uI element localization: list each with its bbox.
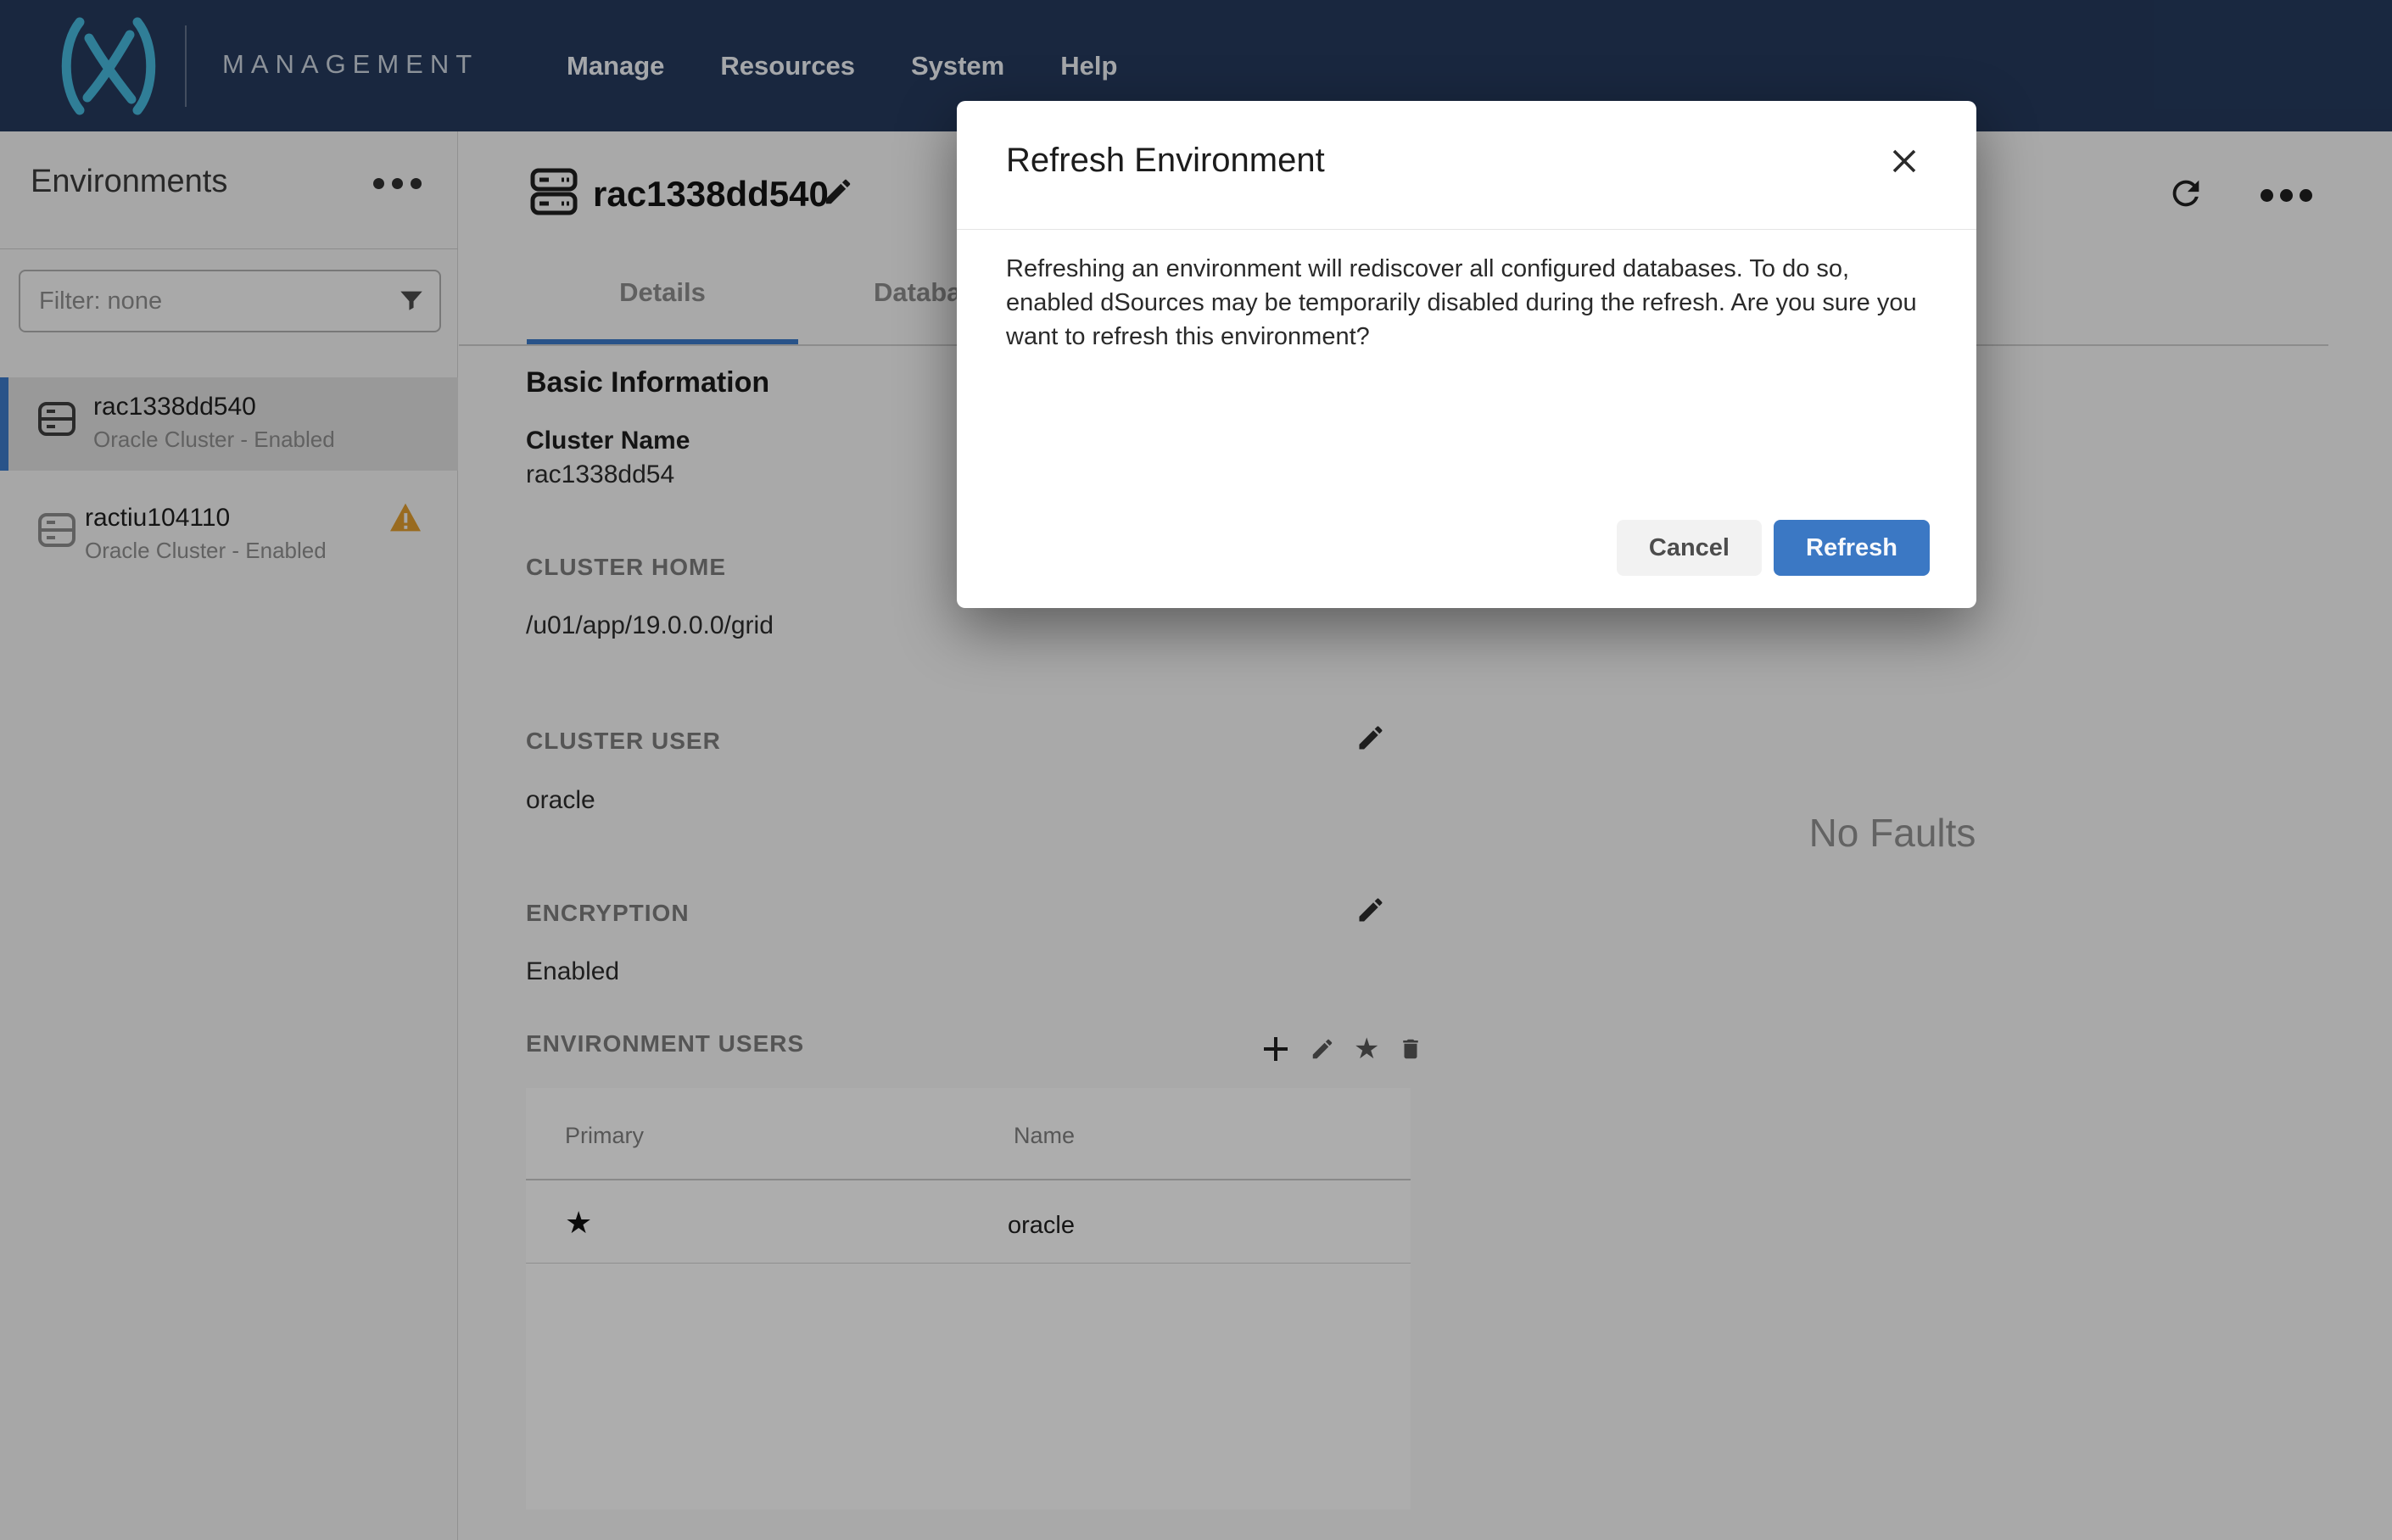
refresh-environment-dialog: Refresh Environment Refreshing an enviro… — [957, 101, 1976, 608]
dialog-actions: Cancel Refresh — [1616, 520, 1930, 576]
cancel-button[interactable]: Cancel — [1616, 520, 1762, 576]
application-window: MANAGEMENT Manage Resources System Help … — [0, 0, 2392, 1540]
close-icon[interactable] — [1886, 143, 1922, 183]
refresh-button[interactable]: Refresh — [1774, 520, 1930, 576]
dialog-message: Refreshing an environment will rediscove… — [1006, 255, 1917, 350]
dialog-header-divider — [957, 229, 1976, 230]
dialog-title: Refresh Environment — [1006, 142, 1325, 179]
